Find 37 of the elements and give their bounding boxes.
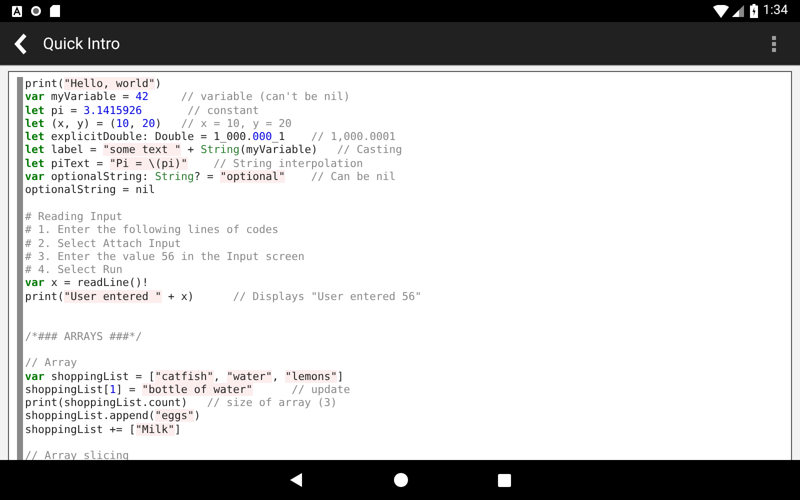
code-line: print("User entered " + x) // Displays "User entered 56" (25, 290, 422, 304)
code-line: var x = readLine()! (25, 276, 149, 290)
notification-icon (12, 6, 22, 16)
toolbar-title: Quick Intro (43, 32, 120, 54)
code-line: # Reading Input (25, 210, 123, 224)
nav-home-button[interactable] (394, 473, 408, 487)
code-line: var myVariable = 42 // variable (can't be nil) (25, 90, 350, 104)
code-line: /*### ARRAYS ###*/ (25, 330, 142, 343)
code-line: let (x, y) = (10, 20) // x = 10, y = 20 (25, 116, 292, 130)
battery-icon (750, 4, 758, 18)
code-line: let piText = "Pi = \(pi)" // String interpolation (25, 156, 364, 170)
signal-icon (732, 5, 744, 17)
code-line: let explicitDouble: Double = 1_000.000_1 // 1,000.0001 (25, 130, 396, 144)
chevron-left-icon (14, 32, 28, 54)
code-line: # 1. Enter the following lines of codes (25, 223, 279, 237)
code-line: // Array slicing (25, 449, 130, 463)
nav-recents-button[interactable] (498, 474, 510, 486)
code-line: print(shoppingList.count) // size of array (3) (25, 396, 338, 410)
code-line: shoppingList += ["Milk"] (25, 422, 182, 436)
nav-back-button[interactable] (290, 473, 304, 487)
code-line: var shoppingList = ["catfish", "water", "lemons"] (25, 370, 344, 383)
overflow-menu-button[interactable] (772, 36, 776, 52)
code-line: let label = "some text " + String(myVariable) // Casting (25, 143, 402, 157)
sd-card-icon (50, 5, 60, 17)
code-line: // Array (25, 356, 78, 370)
wifi-icon (712, 4, 729, 18)
code-line: let pi = 3.1415926 // constant (25, 104, 260, 117)
code-line: print("Hello, world") (25, 77, 162, 90)
code-line: # 2. Select Attach Input (25, 236, 182, 250)
clock: 1:34 (762, 2, 788, 20)
code-line: shoppingList.append("eggs") (25, 409, 201, 423)
code-line: # 3. Enter the value 56 in the Input screen (25, 250, 305, 264)
circle-icon (30, 5, 42, 17)
code-line: shoppingList[1] = "bottle of water" // update (25, 382, 350, 396)
code-line: var optionalString: String? = "optional" // Can be nil (25, 170, 396, 184)
code-line: optionalString = nil (25, 183, 156, 197)
code-line: # 4. Select Run (25, 263, 123, 276)
